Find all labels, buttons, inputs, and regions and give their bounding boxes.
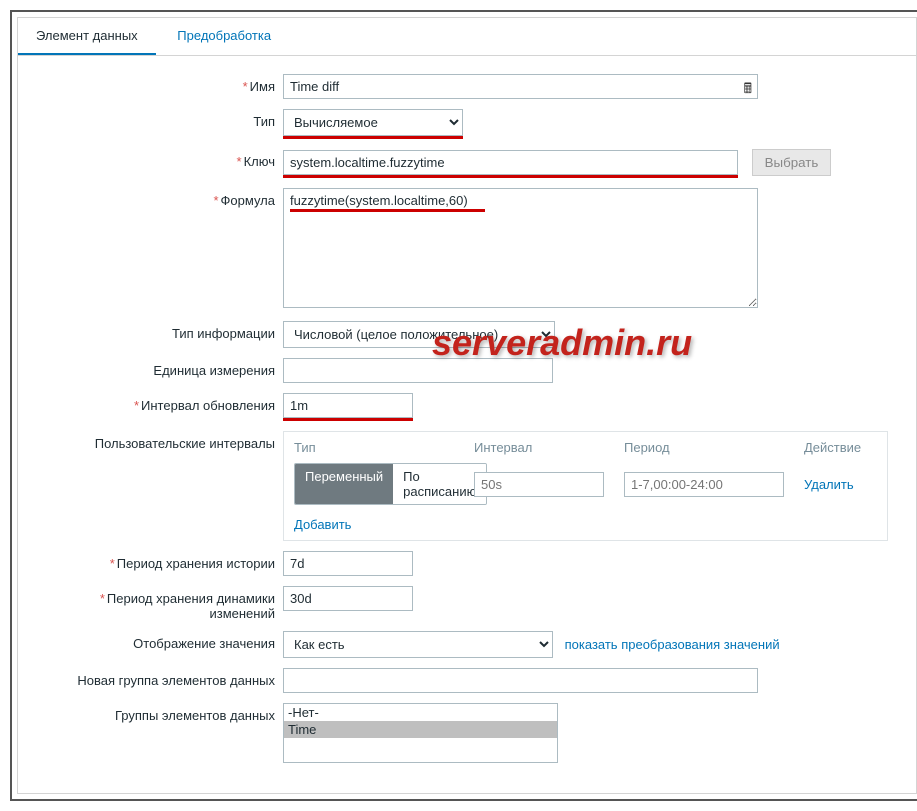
history-input[interactable] xyxy=(283,551,413,576)
calc-icon: 🖩 xyxy=(744,78,752,102)
label-groups: Группы элементов данных xyxy=(38,703,283,723)
label-name: *Имя xyxy=(38,74,283,94)
interval-value-input[interactable] xyxy=(474,472,604,497)
trends-input[interactable] xyxy=(283,586,413,611)
int-head-interval: Интервал xyxy=(474,440,624,455)
type-select[interactable]: Вычисляемое xyxy=(283,109,463,136)
groups-listbox[interactable]: -Нет- Time xyxy=(283,703,558,763)
label-key: *Ключ xyxy=(38,149,283,169)
unit-input[interactable] xyxy=(283,358,553,383)
label-trends: *Период хранения динамики изменений xyxy=(38,586,283,621)
select-button[interactable]: Выбрать xyxy=(752,149,832,176)
formula-textarea[interactable] xyxy=(283,188,758,308)
int-head-type: Тип xyxy=(294,440,474,455)
interval-type-segment: Переменный По расписанию xyxy=(294,463,487,505)
seg-scheduled[interactable]: По расписанию xyxy=(393,464,486,504)
label-custom: Пользовательские интервалы xyxy=(38,431,283,451)
group-option-none[interactable]: -Нет- xyxy=(284,704,557,721)
label-newgroup: Новая группа элементов данных xyxy=(38,668,283,688)
update-input[interactable] xyxy=(283,393,413,418)
seg-flexible[interactable]: Переменный xyxy=(295,464,393,504)
interval-delete-link[interactable]: Удалить xyxy=(804,477,854,492)
tabs-bar: Элемент данных Предобработка xyxy=(18,18,916,56)
interval-add-link[interactable]: Добавить xyxy=(294,517,351,532)
tab-preproc[interactable]: Предобработка xyxy=(159,18,289,53)
group-option-time[interactable]: Time xyxy=(284,721,557,738)
tab-item[interactable]: Элемент данных xyxy=(18,18,156,55)
key-input[interactable] xyxy=(283,150,738,175)
int-head-action: Действие xyxy=(804,440,874,455)
infotype-select[interactable]: Числовой (целое положительное) xyxy=(283,321,555,348)
label-type: Тип xyxy=(38,109,283,129)
custom-intervals-box: Тип Интервал Период Действие Переменный … xyxy=(283,431,888,541)
show-value-mappings-link[interactable]: показать преобразования значений xyxy=(565,637,780,652)
int-head-period: Период xyxy=(624,440,804,455)
showvalue-select[interactable]: Как есть xyxy=(283,631,553,658)
label-infotype: Тип информации xyxy=(38,321,283,341)
label-formula: *Формула xyxy=(38,188,283,208)
label-showvalue: Отображение значения xyxy=(38,631,283,651)
label-unit: Единица измерения xyxy=(38,358,283,378)
label-history: *Период хранения истории xyxy=(38,551,283,571)
newgroup-input[interactable] xyxy=(283,668,758,693)
label-update: *Интервал обновления xyxy=(38,393,283,413)
interval-period-input[interactable] xyxy=(624,472,784,497)
name-input[interactable] xyxy=(283,74,758,99)
